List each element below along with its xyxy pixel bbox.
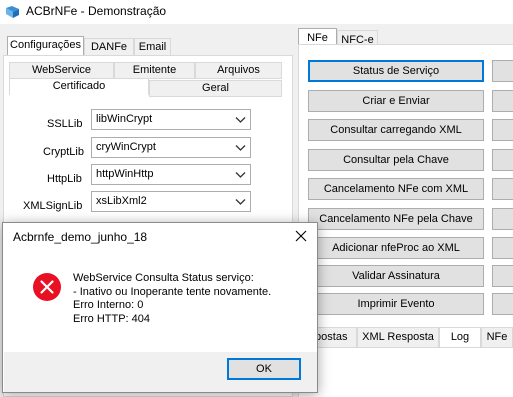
side-button[interactable] [492,293,513,315]
error-icon [33,273,61,301]
side-button[interactable] [492,208,513,230]
app-logo-icon [6,6,19,18]
side-button[interactable] [492,265,513,287]
imprimir-evento-button[interactable]: Imprimir Evento [308,293,484,315]
tab-configuracoes[interactable]: Configurações [7,36,84,55]
chevron-down-icon [235,117,246,123]
actions-panel: NFe NFC-e Status de Serviço Criar e Envi… [296,24,513,397]
side-button[interactable] [492,60,513,82]
subtab-geral[interactable]: Geral [149,80,282,97]
ssllib-value: libWinCrypt [96,113,153,125]
side-button[interactable] [492,90,513,112]
validar-assinatura-button[interactable]: Validar Assinatura [308,265,484,287]
chevron-down-icon [235,199,246,205]
ssllib-select[interactable]: libWinCrypt [91,109,251,130]
xmlsignlib-value: xsLibXml2 [96,195,147,207]
cryptlib-label: CryptLib [43,146,84,158]
close-icon[interactable] [293,228,309,244]
xmlsignlib-label: XMLSignLib [23,200,83,212]
subtab-certificado[interactable]: Certificado [9,78,149,95]
window-title: ACBrNFe - Demonstração [26,4,167,18]
chevron-down-icon [235,172,246,178]
subtab-emitente[interactable]: Emitente [114,62,195,79]
error-dialog: Acbrnfe_demo_junho_18 WebService Consult… [2,222,318,393]
tab-xml-resposta[interactable]: XML Resposta [357,328,439,348]
side-button[interactable] [492,237,513,259]
xmlsignlib-select[interactable]: xsLibXml2 [91,191,251,212]
dialog-message: WebService Consulta Status serviço: - In… [73,272,272,325]
ssllib-label: SSLLib [47,118,83,130]
ok-button[interactable]: OK [227,358,301,380]
chevron-down-icon [235,145,246,151]
consultar-xml-button[interactable]: Consultar carregando XML [308,119,484,141]
subtab-arquivos[interactable]: Arquivos [195,62,282,79]
side-button[interactable] [492,149,513,171]
cancelamento-xml-button[interactable]: Cancelamento NFe com XML [308,178,484,200]
cryptlib-value: cryWinCrypt [96,141,156,153]
side-button[interactable] [492,178,513,200]
tab-log[interactable]: Log [439,328,481,348]
httplib-label: HttpLib [47,173,82,185]
consultar-chave-button[interactable]: Consultar pela Chave [308,149,484,171]
adicionar-nfeproc-button[interactable]: Adicionar nfeProc ao XML [308,237,484,259]
criar-enviar-button[interactable]: Criar e Enviar [308,90,484,112]
cancelamento-chave-button[interactable]: Cancelamento NFe pela Chave [308,208,484,230]
httplib-select[interactable]: httpWinHttp [91,164,251,185]
title-bar[interactable]: ACBrNFe - Demonstração [0,0,513,24]
subtab-webservice[interactable]: WebService [9,62,114,79]
status-servico-button[interactable]: Status de Serviço [308,60,484,82]
side-button[interactable] [492,119,513,141]
dialog-title: Acbrnfe_demo_junho_18 [13,230,148,244]
httplib-value: httpWinHttp [96,168,154,180]
cryptlib-select[interactable]: cryWinCrypt [91,137,251,158]
tab-nfe-bottom[interactable]: NFe [481,328,513,348]
